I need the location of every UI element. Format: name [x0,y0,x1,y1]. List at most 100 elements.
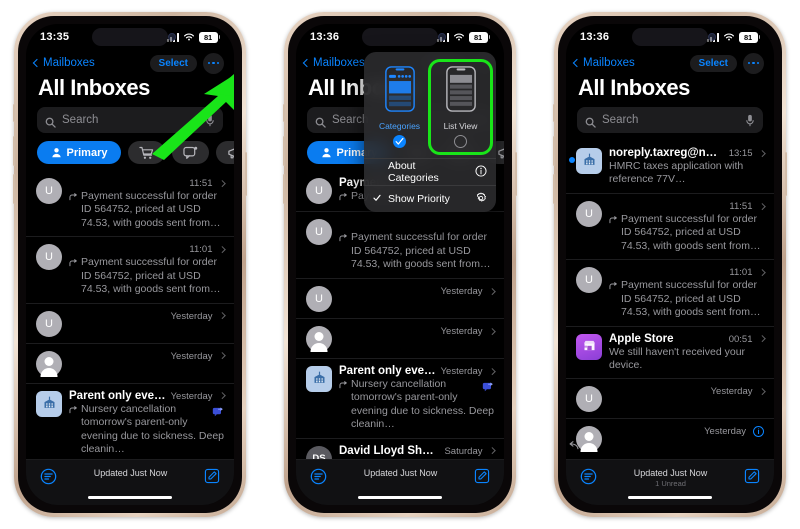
forwarded-icon [69,258,78,296]
radio-selected[interactable] [393,135,406,148]
phone-bezel: 13:36 81 Mailboxes Select All Inboxes Search n… [558,16,782,513]
status-time: 13:35 [40,31,70,43]
menu-item-about-categories[interactable]: About Categories [364,158,496,185]
microphone-icon [745,114,755,127]
mail-preview: Payment successful for order ID 564752, … [609,279,764,319]
volume-button[interactable] [283,174,285,204]
power-button[interactable] [515,152,517,196]
timestamp: 11:01 [729,267,753,279]
select-button[interactable]: Select [689,54,737,72]
sync-status: Updated Just Now [57,468,204,478]
forwarded-icon [609,281,618,319]
mail-item-header: Yesterday [69,310,225,322]
chevron-right-icon[interactable] [758,388,765,395]
mail-item-header: 11:01 [609,266,765,279]
chip-primary[interactable]: Primary [37,141,121,164]
chevron-right-icon[interactable] [218,392,225,399]
back-to-mailboxes-button[interactable]: Mailboxes [32,57,95,69]
phone-3: 13:36 81 Mailboxes Select All Inboxes Search n… [553,12,787,517]
back-to-mailboxes-button[interactable]: Mailboxes [572,57,635,69]
mail-list-item[interactable]: Yesterday [26,342,234,383]
navigation-bar: Mailboxes Select [566,50,774,74]
view-option-list-view[interactable]: List View [431,62,490,152]
chip-cart[interactable] [128,141,165,164]
view-option-categories[interactable]: Categories [370,62,429,152]
volume-button[interactable] [553,136,555,166]
mail-list-item[interactable]: Yesterday i [566,418,774,458]
sync-status-main: Updated Just Now [633,468,708,478]
mail-preview-text: Payment successful for order ID 564752, … [621,279,761,319]
chevron-right-icon[interactable] [758,335,765,342]
mail-list-item[interactable]: noreply.taxreg@notifications…. 13:15HMRC … [566,141,774,193]
mute-switch[interactable] [283,104,285,122]
chip-megaphone[interactable] [216,141,234,164]
mail-preview-text: Payment successful for order ID 564752, … [81,256,221,296]
search-bar[interactable]: Search [577,107,763,133]
avatar [576,148,602,174]
chevron-right-icon[interactable] [758,149,765,157]
volume-button[interactable] [553,174,555,204]
search-input-placeholder[interactable]: Search [62,114,199,126]
chevron-right-icon[interactable] [218,352,225,359]
mail-list-item[interactable]: U Yesterday [26,302,234,343]
avatar: U [36,244,62,271]
volume-button[interactable] [283,136,285,166]
mail-list-item[interactable]: Apple Store 00:51 We still haven't receive… [566,325,774,379]
menu-item-show-priority[interactable]: Show Priority [364,185,496,212]
chevron-right-icon[interactable] [758,269,765,276]
navigation-bar: Mailboxes Select [26,50,234,74]
power-button[interactable] [245,152,247,196]
timestamp: 00:51 [728,333,753,345]
mute-switch[interactable] [13,104,15,122]
mail-preview: Payment successful for order ID 564752, … [69,256,224,296]
info-button[interactable]: i [753,426,764,438]
chevron-right-icon[interactable] [218,312,225,319]
unread-indicator-dot [569,157,575,163]
info-circle-icon [475,164,487,180]
gear-icon [475,191,487,207]
volume-button[interactable] [13,136,15,166]
mail-list-item[interactable]: U 11:01 Payment successful for order ID 5… [566,259,774,325]
radio-unselected[interactable] [454,135,467,148]
mute-switch[interactable] [553,104,555,122]
search-input-placeholder[interactable]: Search [602,114,739,126]
more-options-button[interactable] [743,52,764,74]
sync-status: Updated Just Now 1 Unread [597,468,744,488]
more-options-button[interactable] [203,52,224,74]
mail-preview-text: Payment successful for order ID 564752, … [621,212,761,252]
chevron-right-icon[interactable] [218,246,225,253]
view-option-label: List View [443,121,478,131]
mail-preview-text: Nursery cancellation tomorrow's parent-o… [81,402,225,455]
mail-list-item[interactable]: U 11:01 Payment successful for order ID 5… [26,236,234,302]
chevron-right-icon[interactable] [758,202,765,210]
timestamp: Yesterday [704,426,746,438]
mail-item-header: Apple Store 00:51 [609,333,765,345]
mail-item-body: Apple Store 00:51 We still haven't receive… [609,333,765,373]
cart-icon [139,146,154,160]
mail-list-item[interactable]: U Yesterday [566,378,774,418]
home-indicator[interactable] [88,495,172,499]
select-button[interactable]: Select [149,54,197,72]
phone-categories-preview-icon [384,66,415,117]
nav-actions: Select [689,52,764,74]
mail-preview: Payment successful for order ID 564752, … [609,213,764,253]
mail-list-item[interactable]: U 11:51 Payment successful for order ID 5… [26,171,234,236]
search-bar[interactable]: Search [37,107,223,133]
chip-chat-bubble[interactable] [172,141,209,164]
mail-list: U 11:51 Payment successful for order ID 5… [26,171,234,505]
mail-list-item[interactable]: U 11:51 Payment successful for order ID 5… [566,192,774,259]
home-indicator[interactable] [628,495,712,499]
building-icon [582,152,597,170]
unread-count-label: 1 Unread [655,479,686,488]
timestamp: 13:15 [728,148,753,159]
avatar [576,333,602,360]
avatar: U [36,178,62,204]
mail-list-item[interactable]: Parent only evening Cancelled YesterdayNu… [26,382,234,463]
volume-button[interactable] [13,174,15,204]
mail-item-header: 11:01 [69,243,225,255]
mail-item-header: Parent only evening Cancelled Yesterday [69,389,225,402]
phone-1: 13:35 81 Mailboxes Select All Inboxes Search P… [13,12,247,517]
chevron-right-icon[interactable] [218,179,225,187]
power-button[interactable] [785,152,787,196]
sender-name: Parent only evening Cancelled [69,389,166,402]
